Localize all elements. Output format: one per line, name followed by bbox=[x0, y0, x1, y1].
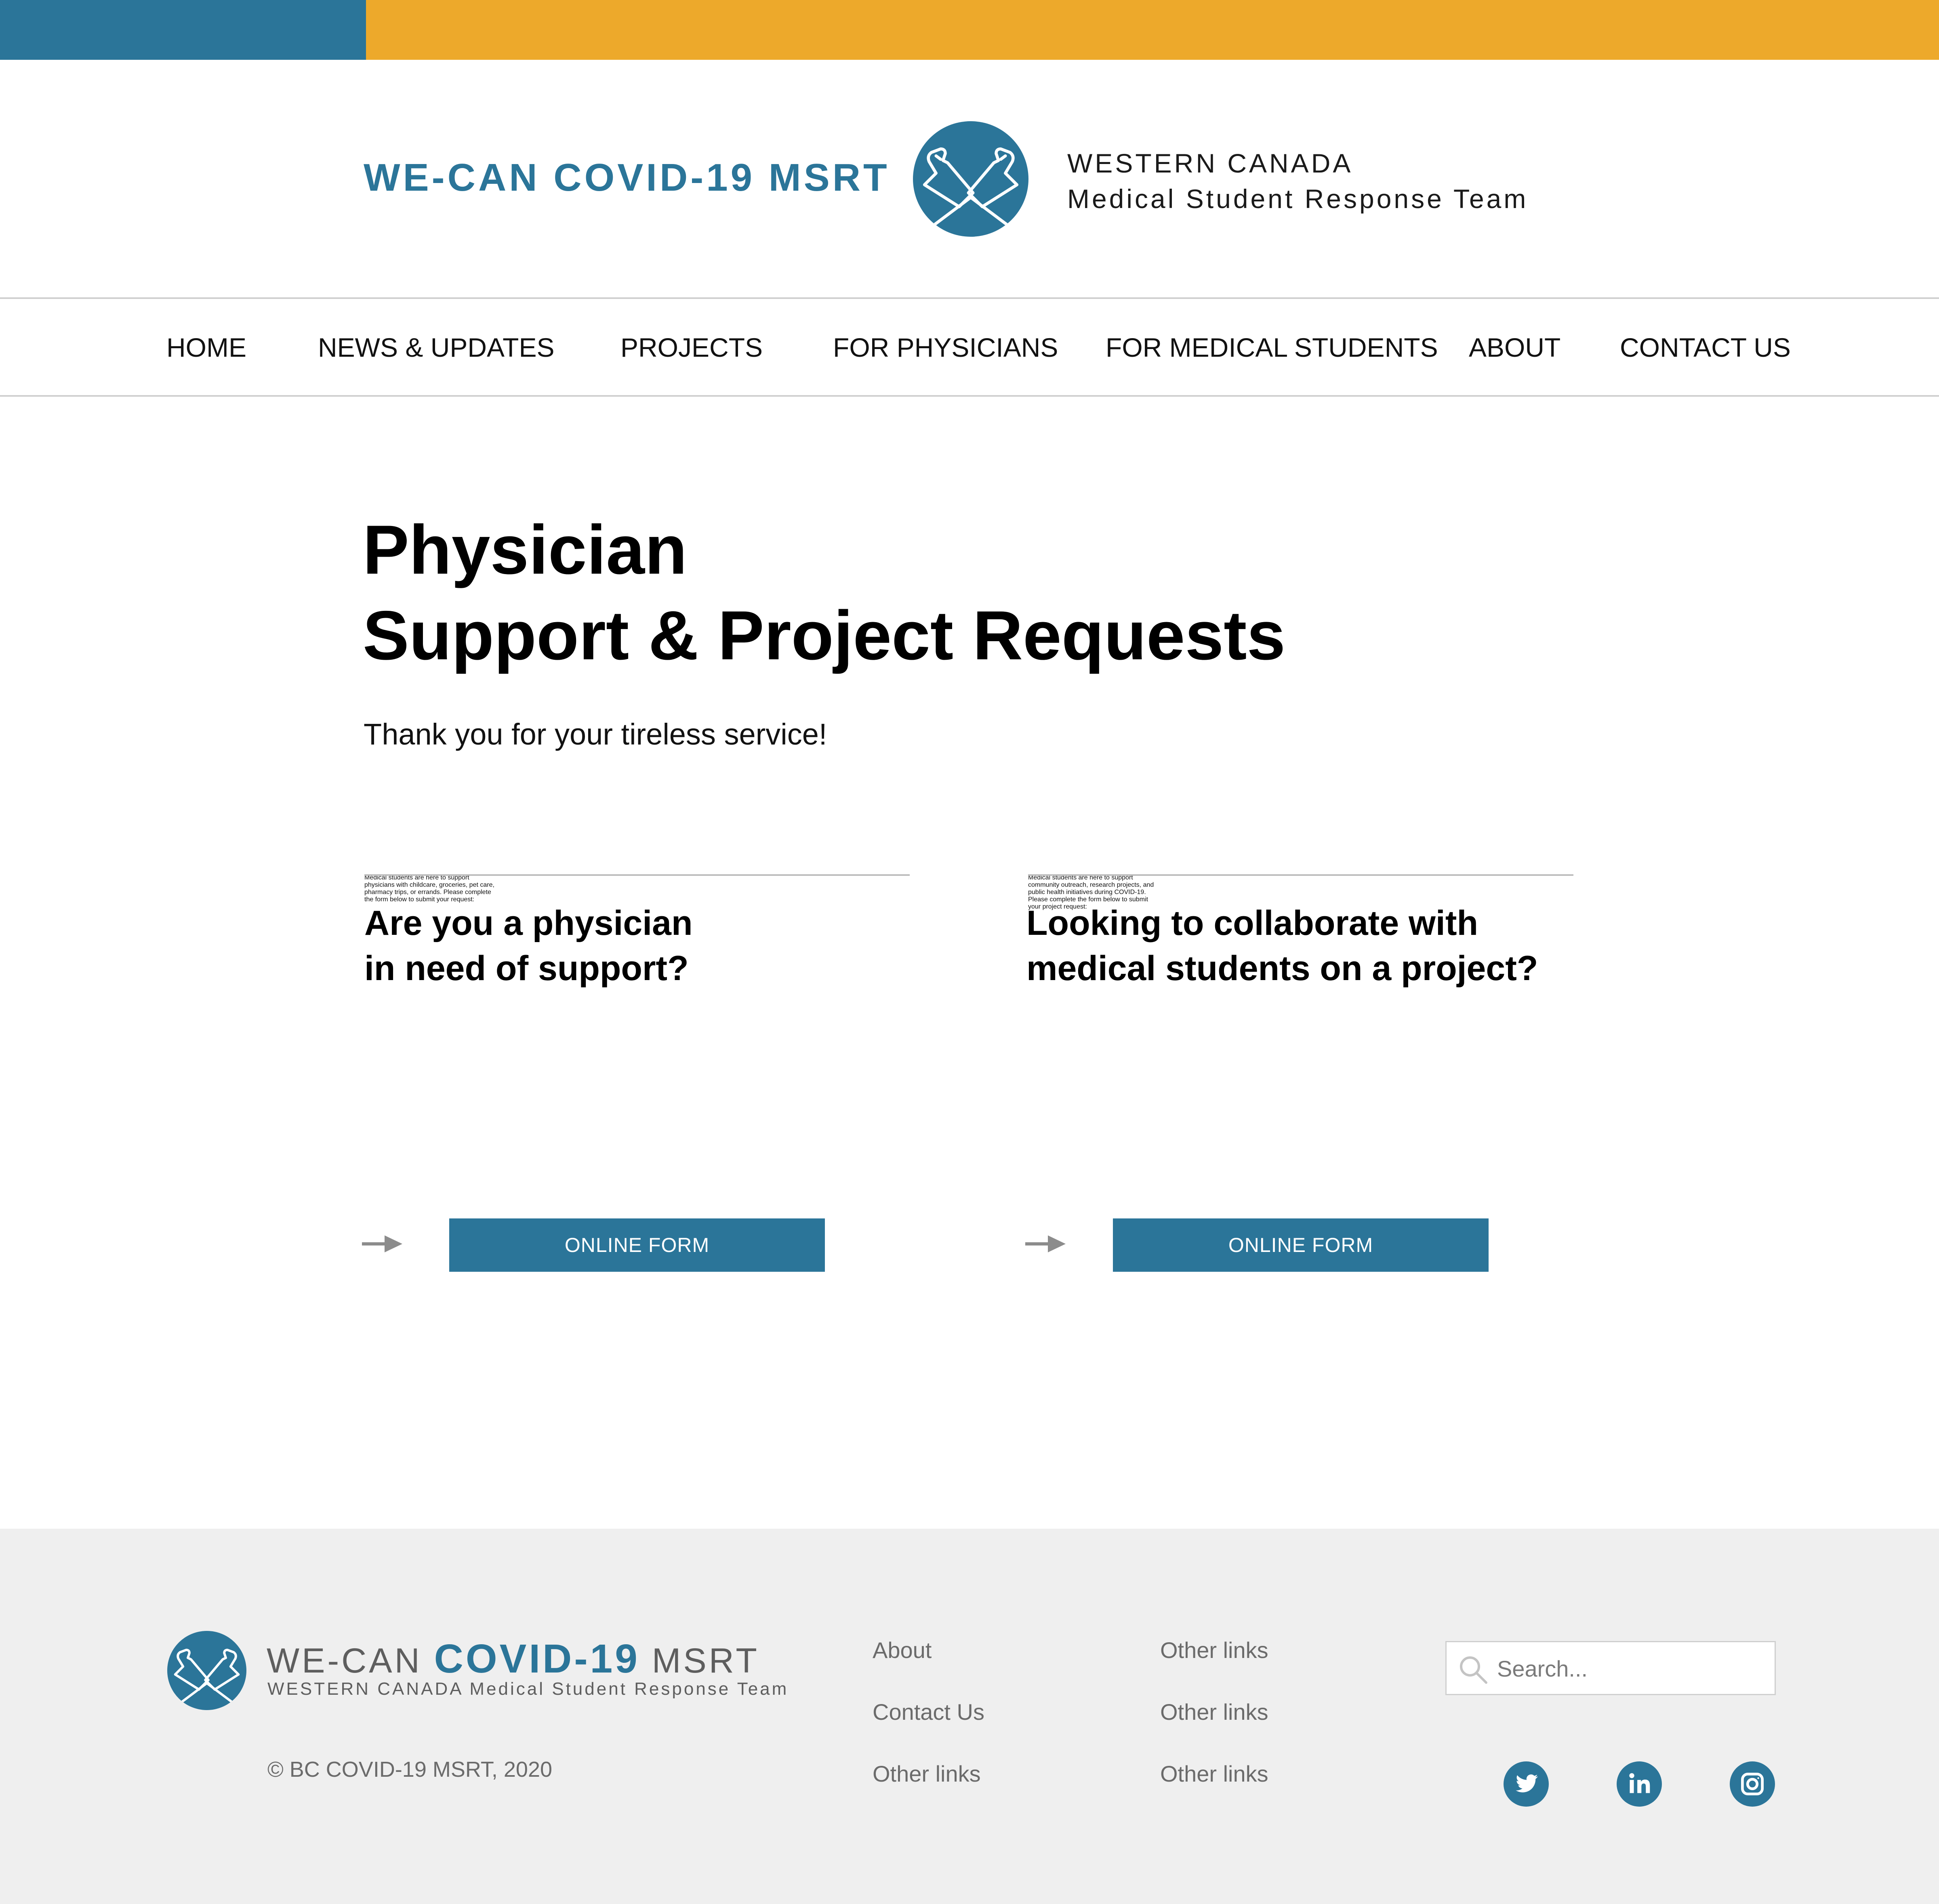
footer-link-other[interactable]: Other links bbox=[1160, 1637, 1268, 1663]
twitter-icon[interactable] bbox=[1504, 1761, 1549, 1807]
card-divider bbox=[1028, 874, 1573, 876]
copyright-notice: © BC COVID-19 MSRT, 2020 bbox=[267, 1757, 553, 1782]
subtitle-line-1: WESTERN CANADA bbox=[1067, 148, 1353, 178]
nav-item-projects[interactable]: PROJECTS bbox=[620, 332, 763, 363]
page-title-line-2: Support & Project Requests bbox=[363, 597, 1286, 674]
site-title[interactable]: WE-CAN COVID-19 MSRT bbox=[364, 156, 890, 200]
nav-item-home[interactable]: HOME bbox=[166, 332, 246, 363]
search-box[interactable] bbox=[1445, 1641, 1776, 1695]
main-navigation: HOME NEWS & UPDATES PROJECTS FOR PHYSICI… bbox=[0, 297, 1939, 397]
nav-item-contact-us[interactable]: CONTACT US bbox=[1620, 332, 1791, 363]
card-divider bbox=[364, 874, 910, 876]
card-description-line: public health initiatives during COVID-1… bbox=[1028, 889, 1146, 896]
card-heading-line-1: Looking to collaborate with bbox=[1026, 904, 1478, 943]
nav-item-for-medical-students[interactable]: FOR MEDICAL STUDENTS bbox=[1106, 332, 1438, 363]
page-title-line-1: Physician bbox=[363, 511, 688, 589]
footer-link-about[interactable]: About bbox=[873, 1637, 932, 1663]
card-description-line: pharmacy trips, or errands. Please compl… bbox=[364, 889, 491, 896]
top-bar-gold-segment bbox=[366, 0, 1939, 60]
site-subtitle: WESTERN CANADA Medical Student Response … bbox=[1067, 145, 1528, 217]
nav-item-news-updates[interactable]: NEWS & UPDATES bbox=[318, 332, 555, 363]
crossed-arms-logo-icon[interactable] bbox=[167, 1631, 246, 1710]
footer-link-other[interactable]: Other links bbox=[1160, 1699, 1268, 1725]
nav-item-for-physicians[interactable]: FOR PHYSICIANS bbox=[833, 332, 1058, 363]
footer-brand-strong: COVID-19 bbox=[434, 1636, 640, 1681]
right-arrow-icon bbox=[1025, 1235, 1066, 1252]
online-form-button[interactable]: ONLINE FORM bbox=[1113, 1218, 1489, 1272]
search-icon bbox=[1460, 1656, 1487, 1684]
right-arrow-icon bbox=[362, 1235, 402, 1252]
footer-brand-prefix: WE-CAN bbox=[267, 1641, 434, 1680]
linkedin-icon[interactable] bbox=[1617, 1761, 1662, 1807]
search-input[interactable] bbox=[1497, 1649, 1764, 1687]
top-color-bar bbox=[0, 0, 1939, 60]
footer-brand-suffix: MSRT bbox=[639, 1641, 759, 1680]
site-footer: WE-CAN COVID-19 MSRT WESTERN CANADA Medi… bbox=[0, 1529, 1939, 1904]
instagram-icon[interactable] bbox=[1730, 1761, 1775, 1807]
card-heading-line-2: medical students on a project? bbox=[1026, 949, 1538, 988]
project-request-card: Looking to collaborate with medical stud… bbox=[1025, 874, 1573, 1272]
physician-support-card: Are you a physician in need of support? … bbox=[362, 874, 910, 1272]
footer-link-contact-us[interactable]: Contact Us bbox=[873, 1699, 984, 1725]
top-bar-blue-segment bbox=[0, 0, 366, 60]
page-title: Physician Support & Project Requests bbox=[363, 507, 1285, 678]
card-heading-line-1: Are you a physician bbox=[364, 904, 693, 943]
card-heading: Are you a physician in need of support? bbox=[364, 900, 693, 991]
online-form-button[interactable]: ONLINE FORM bbox=[449, 1218, 825, 1272]
nav-item-about[interactable]: ABOUT bbox=[1469, 332, 1560, 363]
tagline: Thank you for your tireless service! bbox=[364, 717, 827, 751]
footer-link-other[interactable]: Other links bbox=[1160, 1761, 1268, 1787]
card-description-line: physicians with childcare, groceries, pe… bbox=[364, 882, 494, 888]
card-heading-line-2: in need of support? bbox=[364, 949, 689, 988]
footer-link-other[interactable]: Other links bbox=[873, 1761, 981, 1787]
footer-brand-subtitle: WESTERN CANADA Medical Student Response … bbox=[267, 1679, 789, 1699]
crossed-arms-logo-icon[interactable] bbox=[913, 121, 1028, 237]
card-heading: Looking to collaborate with medical stud… bbox=[1026, 900, 1538, 991]
subtitle-line-2: Medical Student Response Team bbox=[1067, 184, 1529, 214]
footer-brand-name[interactable]: WE-CAN COVID-19 MSRT bbox=[267, 1636, 759, 1682]
card-description-line: community outreach, research projects, a… bbox=[1028, 882, 1154, 888]
